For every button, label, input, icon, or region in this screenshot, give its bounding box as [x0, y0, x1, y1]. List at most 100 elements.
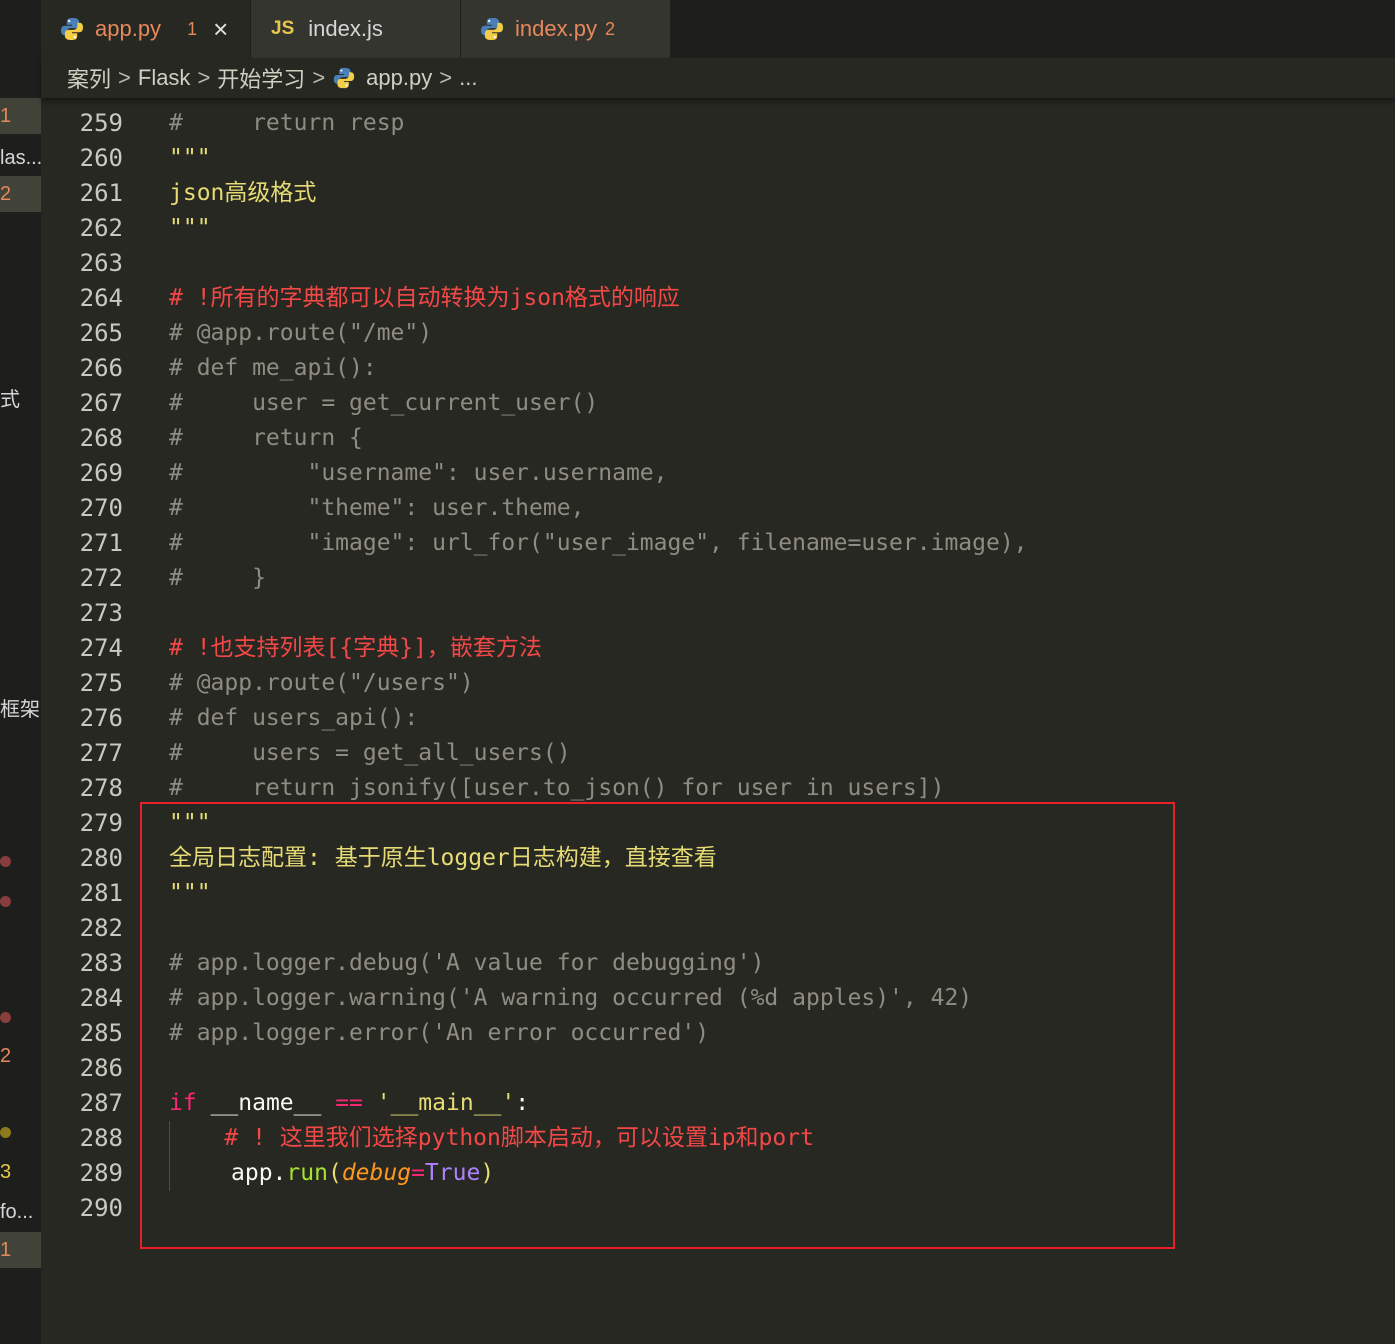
- code-text: # def me_api():: [169, 355, 377, 381]
- string-literal: '__main__': [376, 1090, 516, 1116]
- code-text: # app.logger.warning('A warning occurred…: [169, 985, 973, 1011]
- identifier: app: [231, 1160, 273, 1186]
- code-line: 282: [41, 911, 1395, 946]
- problem-count: 3: [0, 1161, 12, 1183]
- problem-count: 2: [604, 18, 615, 39]
- line-number: 264: [79, 284, 123, 312]
- sidebar-item[interactable]: 2: [0, 1038, 41, 1074]
- code-line: 276 # def users_api():: [41, 701, 1395, 736]
- tab-app-py[interactable]: app.py 1 ×: [41, 0, 250, 58]
- line-number: 289: [79, 1159, 123, 1187]
- line-number: 267: [79, 389, 123, 417]
- colon: :: [515, 1090, 530, 1116]
- close-icon[interactable]: ×: [213, 14, 228, 45]
- line-number: 274: [79, 634, 123, 662]
- code-text: # "image": url_for("user_image", filenam…: [169, 530, 1028, 556]
- code-text: # "username": user.username,: [169, 460, 668, 486]
- line-number: 275: [79, 669, 123, 697]
- line-number: 263: [79, 249, 123, 277]
- code-line: 283 # app.logger.debug('A value for debug…: [41, 946, 1395, 981]
- line-number: 273: [79, 599, 123, 627]
- constant: True: [424, 1160, 481, 1186]
- code-line: 262 """: [41, 211, 1395, 246]
- code-line: 284 # app.logger.warning('A warning occur…: [41, 981, 1395, 1016]
- breadcrumb-item[interactable]: 案列: [67, 62, 111, 94]
- sidebar-item[interactable]: 3: [0, 1154, 41, 1190]
- code-line: 272 # }: [41, 561, 1395, 596]
- code-text: # def users_api():: [169, 705, 419, 731]
- problem-count: 2: [0, 183, 12, 205]
- code-text: # return {: [169, 425, 363, 451]
- indent-guide: [169, 1121, 170, 1191]
- sidebar-item[interactable]: 1: [0, 1232, 41, 1268]
- code-text: 全局日志配置: 基于原生logger日志构建，直接查看: [169, 845, 717, 871]
- code-line: 268 # return {: [41, 421, 1395, 456]
- code-line: 290: [41, 1191, 1395, 1226]
- line-number: 288: [79, 1124, 123, 1152]
- sidebar-item[interactable]: las...: [0, 140, 41, 176]
- chevron-right-icon: >: [439, 65, 453, 90]
- line-number: 290: [79, 1194, 123, 1222]
- python-icon: [334, 67, 355, 89]
- function-name: run: [286, 1160, 328, 1186]
- sidebar-item-label: 框架: [0, 699, 40, 721]
- problem-count: 1: [0, 1239, 12, 1261]
- code-line: 264 # !所有的字典都可以自动转换为json格式的响应: [41, 281, 1395, 316]
- sidebar-item-label: fo...: [0, 1201, 34, 1223]
- tab-index-py[interactable]: index.py 2: [461, 0, 670, 58]
- code-line: 260 """: [41, 141, 1395, 176]
- paren: (: [327, 1160, 342, 1186]
- code-line: 270 # "theme": user.theme,: [41, 491, 1395, 526]
- line-number: 265: [79, 319, 123, 347]
- code-editor[interactable]: 259 # return resp 260 """ 261 json高级格式 262 "…: [41, 106, 1395, 1344]
- breadcrumb-item[interactable]: app.py: [366, 65, 432, 91]
- code-line: 269 # "username": user.username,: [41, 456, 1395, 491]
- code-line: 279 """: [41, 806, 1395, 841]
- line-number: 262: [79, 214, 123, 242]
- problem-count: 1: [187, 18, 198, 39]
- code-text: # app.logger.debug('A value for debuggin…: [169, 950, 765, 976]
- operator: =: [411, 1160, 425, 1186]
- tab-index-js[interactable]: JS index.js: [251, 0, 460, 58]
- code-line: 266 # def me_api():: [41, 351, 1395, 386]
- chevron-right-icon: >: [312, 65, 326, 90]
- code-line: 286: [41, 1051, 1395, 1086]
- line-number: 268: [79, 424, 123, 452]
- sidebar-item[interactable]: 式: [0, 382, 41, 418]
- javascript-icon: JS: [271, 18, 295, 39]
- sidebar-item[interactable]: 2: [0, 176, 41, 212]
- sidebar-item[interactable]: fo...: [0, 1194, 41, 1230]
- breadcrumb-item[interactable]: Flask: [138, 65, 191, 91]
- code-line: 263: [41, 246, 1395, 281]
- sidebar-item[interactable]: 1: [0, 98, 41, 134]
- chevron-right-icon: >: [197, 65, 211, 90]
- keyword-if: if: [169, 1090, 197, 1116]
- breadcrumb-item[interactable]: ...: [459, 65, 477, 91]
- line-number: 280: [79, 844, 123, 872]
- code-line: 274 # !也支持列表[{字典}]，嵌套方法: [41, 631, 1395, 666]
- code-text: """: [169, 810, 211, 836]
- code-text: """: [169, 215, 211, 241]
- sidebar-item[interactable]: 框架: [0, 692, 41, 728]
- code-line: 285 # app.logger.error('An error occurred…: [41, 1016, 1395, 1051]
- code-text: # @app.route("/users"): [169, 670, 474, 696]
- line-number: 278: [79, 774, 123, 802]
- sidebar-item-label: las...: [0, 147, 41, 169]
- code-text: json高级格式: [169, 180, 317, 206]
- dot: .: [272, 1160, 287, 1186]
- code-text: # users = get_all_users(): [169, 740, 571, 766]
- code-text: # "theme": user.theme,: [169, 495, 585, 521]
- line-number: 261: [79, 179, 123, 207]
- modified-dot-icon: [0, 1012, 11, 1023]
- problem-count: 1: [0, 105, 12, 127]
- code-line: 281 """: [41, 876, 1395, 911]
- code-text: if __name__ == '__main__':: [169, 1086, 529, 1121]
- code-line: 277 # users = get_all_users(): [41, 736, 1395, 771]
- code-line: 271 # "image": url_for("user_image", file…: [41, 526, 1395, 561]
- breadcrumb: 案列 > Flask > 开始学习 > app.py > ...: [41, 58, 1395, 98]
- tab-label: app.py: [95, 16, 162, 41]
- line-number: 286: [79, 1054, 123, 1082]
- code-text: # return jsonify([user.to_json() for use…: [169, 775, 945, 801]
- code-text: # return resp: [169, 110, 405, 136]
- breadcrumb-item[interactable]: 开始学习: [217, 62, 305, 94]
